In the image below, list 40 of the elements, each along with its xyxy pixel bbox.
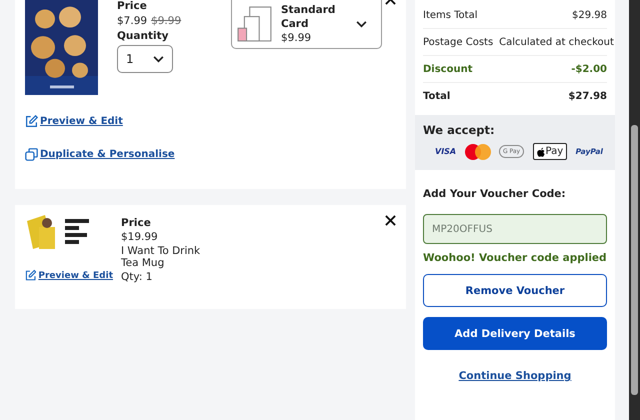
scrollbar[interactable] [629,0,640,420]
price: $19.99 [121,231,159,243]
summary-value: $29.98 [572,10,607,20]
summary-value: Calculated at checkout [499,36,614,48]
quantity-label: Quantity [117,30,170,42]
chevron-down-icon [356,20,367,28]
summary-label: Discount [423,64,472,74]
product-name: I Want To Drink Tea Mug [121,245,201,269]
old-price: $9.99 [151,15,182,27]
add-delivery-button[interactable]: Add Delivery Details [423,317,607,350]
preview-edit-link[interactable]: Preview & Edit [25,269,113,282]
duplicate-link[interactable]: Duplicate & Personalise [25,148,175,161]
mastercard-logo [464,144,491,160]
visa-logo: VISA [435,147,456,156]
continue-shopping-link[interactable]: Continue Shopping [458,370,572,382]
remove-voucher-button[interactable]: Remove Voucher [423,274,607,307]
voucher-field[interactable]: MP20OFFUS [423,214,607,244]
voucher-title: Add Your Voucher Code: [423,188,567,200]
price-label: Price [121,217,152,229]
summary-label: Postage Costs [423,36,494,48]
quantity-text: Qty: 1 [121,271,154,283]
summary-label: Total [423,90,450,102]
price-label: Price [117,0,148,12]
chevron-down-icon [153,56,164,62]
preview-edit-link[interactable]: Preview & Edit [25,115,123,128]
apple-icon [536,146,545,156]
summary-value: -$2.00 [571,64,607,74]
summary-label: Items Total [423,10,478,20]
quantity-dropdown[interactable]: 1 [117,45,173,73]
card-type-dropdown[interactable]: Standard Card $9.99 [231,0,382,49]
price: $7.99 [117,15,148,27]
voucher-message: Woohoo! Voucher code applied [423,252,607,264]
summary-value: $27.98 [568,90,607,102]
accept-title: We accept: [423,123,496,137]
apple-pay-logo: Pay [532,143,568,160]
copy-icon [25,148,38,161]
edit-icon [25,269,36,282]
close-icon[interactable] [385,215,396,226]
card-size-icon [237,6,273,42]
edit-icon [25,115,38,128]
